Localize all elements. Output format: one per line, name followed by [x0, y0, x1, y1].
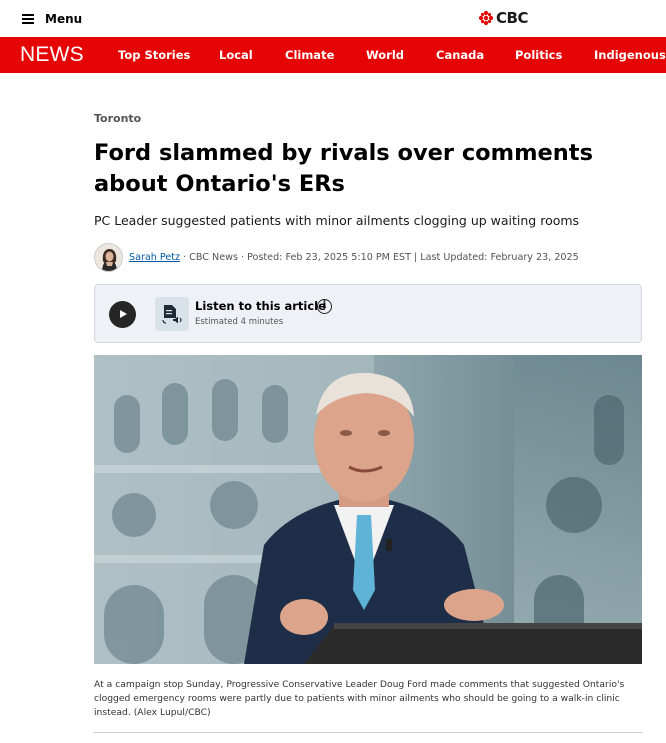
nav-item-climate[interactable]: Climate: [285, 48, 334, 62]
politician-at-podium-image: [94, 355, 642, 664]
article-photo: [94, 355, 642, 664]
info-icon[interactable]: i: [317, 299, 332, 314]
nav-item-local[interactable]: Local: [219, 48, 253, 62]
photo-caption: At a campaign stop Sunday, Progressive C…: [94, 679, 625, 718]
byline: Sarah Petz · CBC News · Posted: Feb 23, …: [94, 242, 579, 272]
hamburger-icon: [22, 14, 34, 24]
article-headline: Ford slammed by rivals over comments abo…: [94, 140, 593, 197]
nav-item-canada[interactable]: Canada: [436, 48, 484, 62]
cbc-logo[interactable]: CBC: [478, 8, 528, 28]
section-kicker[interactable]: Toronto: [94, 112, 141, 125]
cbc-logo-text: CBC: [496, 9, 528, 27]
content-divider: [94, 732, 642, 733]
document-audio-icon: [155, 297, 189, 331]
section-nav: NEWS Top Stories Local Climate World Can…: [0, 37, 666, 73]
menu-label: Menu: [45, 12, 83, 26]
nav-item-world[interactable]: World: [366, 48, 404, 62]
top-bar: Menu CBC: [0, 0, 666, 37]
author-link[interactable]: Sarah Petz: [129, 252, 180, 263]
play-audio-button[interactable]: [109, 301, 136, 328]
author-portrait-icon: [95, 243, 122, 271]
nav-item-top-stories[interactable]: Top Stories: [118, 48, 190, 62]
author-avatar[interactable]: [94, 242, 123, 272]
byline-meta: · CBC News · Posted: Feb 23, 2025 5:10 P…: [183, 251, 579, 263]
menu-button[interactable]: Menu: [22, 9, 82, 29]
news-brand-link[interactable]: NEWS: [20, 43, 84, 67]
listen-to-article-widget: Listen to this article Estimated 4 minut…: [94, 284, 642, 343]
nav-item-indigenous[interactable]: Indigenous: [594, 48, 666, 62]
cbc-gem-icon: [478, 10, 494, 26]
nav-item-politics[interactable]: Politics: [515, 48, 562, 62]
article-dek: PC Leader suggested patients with minor …: [94, 213, 580, 228]
listen-estimate: Estimated 4 minutes: [195, 317, 284, 327]
listen-title: Listen to this article: [195, 299, 326, 313]
